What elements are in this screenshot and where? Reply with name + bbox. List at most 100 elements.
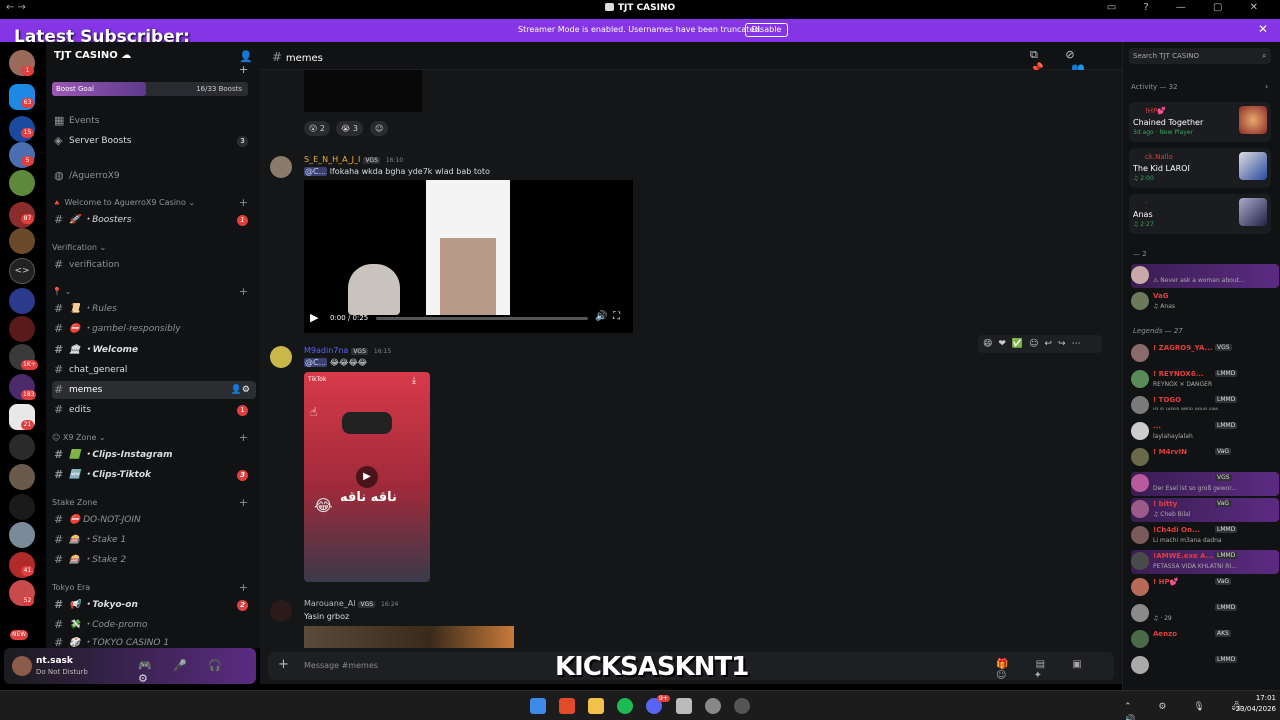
user-mention[interactable]: @C... (304, 167, 328, 176)
member-item[interactable]: ! TOGO LMMD ᴴ³ ᴵᴿ ᴸᴬᴱᴷᴵᴿ ᴺᴹᴼᴰ ᴬᴷᴵᴸᴵᴺ ᴬᴵᴺᴬ (1131, 394, 1279, 418)
play-icon[interactable]: ▶ (356, 466, 378, 488)
member-item[interactable]: ⚠ Never ask a woman about... (1131, 264, 1279, 288)
store-icon[interactable] (676, 698, 692, 714)
add-reaction-button[interactable]: ☺ (370, 121, 389, 136)
server-icon[interactable] (9, 522, 35, 548)
channel-rules[interactable]: # 📜 ・Rules (52, 300, 256, 318)
user-mention[interactable]: @C... (304, 358, 328, 367)
member-item[interactable]: ! M4rvIN VaG (1131, 446, 1279, 470)
code-server-icon[interactable]: <> (9, 258, 35, 284)
member-item[interactable]: ! bitty VaG ♫ Cheb Bilal (1131, 498, 1279, 522)
server-icon[interactable] (9, 464, 35, 490)
category-pin[interactable]: 📍 ⌄ + (52, 285, 252, 298)
volume-icon[interactable]: 🔊 (595, 311, 607, 322)
channel-stake-2[interactable]: # 🎰 ・Stake 2 (52, 551, 256, 569)
window-controls[interactable]: ▭ ? — ▢ ✕ (1107, 2, 1270, 13)
member-item[interactable]: ! ZAGRO9_YA... VGS (1131, 342, 1279, 366)
member-item[interactable]: ! REYNOX6... LMMD REYNOX ✕ DANGER (1131, 368, 1279, 392)
avatar[interactable] (270, 600, 292, 622)
channel-stake-1[interactable]: # 🎰 ・Stake 1 (52, 531, 256, 549)
close-icon[interactable]: ✕ (1258, 22, 1268, 36)
member-item[interactable]: LMMD ♫ · 29 (1131, 602, 1279, 626)
attach-icon[interactable]: + (278, 657, 289, 672)
search-input[interactable]: Search TJT CASINO (1129, 48, 1271, 64)
search-icon[interactable]: ⌕ (1262, 51, 1266, 61)
image-attachment[interactable] (304, 626, 514, 648)
category-verification[interactable]: Verification ⌄ (52, 243, 252, 252)
video-player[interactable]: ▶ 0:00 / 0:25 🔊 ⛶ (304, 180, 633, 333)
channel-edits[interactable]: # edits 1 (52, 401, 256, 419)
server-boosts-item[interactable]: ◈ Server Boosts 3 (52, 132, 256, 150)
avatar[interactable] (12, 656, 32, 676)
message-actions-toolbar[interactable]: 😄❤✅☺↩↪⋯ (978, 335, 1102, 353)
member-item[interactable]: !Ch4di On... LMMD Li machi m3ana dadna (1131, 524, 1279, 548)
channel-tokyo-on[interactable]: # 📢 ・Tokyo-on 2 (52, 596, 256, 614)
add-channel-icon[interactable]: + (239, 581, 248, 594)
category-tokyo[interactable]: Tokyo Era + (52, 581, 252, 594)
settings-icon[interactable] (705, 698, 721, 714)
member-item[interactable]: VaG ♫ Anas (1131, 290, 1279, 314)
server-icon[interactable] (9, 434, 35, 460)
member-item[interactable]: Aenzo AKS (1131, 628, 1279, 652)
spotify-icon[interactable] (617, 698, 633, 714)
channel-verification[interactable]: # verification (52, 256, 256, 274)
activity-card[interactable]: !HP💕 Chained Together 3d ago · New Playe… (1129, 102, 1271, 142)
video-attachment[interactable]: TikTok ⤓ ناقه ناقه ▶ 😂 (304, 372, 430, 582)
server-icon[interactable] (9, 228, 35, 254)
download-icon[interactable]: ⤓ (412, 376, 416, 386)
channel-aguerro[interactable]: ◍ /AguerroX9 (52, 167, 256, 185)
member-item[interactable]: ... LMMD laylahaylalah (1131, 420, 1279, 444)
folder-icon[interactable] (588, 698, 604, 714)
brave-icon[interactable] (559, 698, 575, 714)
app-icon[interactable] (734, 698, 750, 714)
message-author[interactable]: Marouane_Al VGS 16:24 (304, 599, 398, 608)
member-item[interactable]: LMMD (1131, 654, 1279, 678)
member-item[interactable]: ! HP💕 VaG (1131, 576, 1279, 600)
member-item[interactable]: !AMWE.exe A... LMMD PETASSA VIDA KHLATNI R… (1131, 550, 1279, 574)
channel-clips-instagram[interactable]: # 🟩 ・Clips-Instagram (52, 446, 256, 464)
fullscreen-icon[interactable]: ⛶ (613, 311, 620, 322)
channel-welcome[interactable]: # 🏛 ・Welcome (52, 341, 256, 359)
message-author[interactable]: S_E_N_H_A_J_I VGS 16:10 (304, 155, 403, 164)
channel-gambel[interactable]: # ⛔ ・gambel-responsibly (52, 320, 256, 338)
channel-clips-tiktok[interactable]: # 🆕 ・Clips-Tiktok 3 (52, 466, 256, 484)
boost-goal-bar[interactable]: Boost Goal 16/33 Boosts (52, 82, 248, 96)
add-channel-icon[interactable]: + (239, 285, 248, 298)
add-channel-icon[interactable]: + (239, 431, 248, 444)
reaction-button[interactable]: 😭 3 (336, 121, 363, 136)
activity-card[interactable]: ck.Nallo The Kid LAROI ♫ 2:00 (1129, 148, 1271, 188)
category-stake[interactable]: Stake Zone + (52, 496, 252, 509)
play-icon[interactable]: ▶ (310, 311, 318, 324)
category-x9[interactable]: 😐 X9 Zone ⌄ + (52, 431, 252, 444)
channel-code-promo[interactable]: # 💸 ・Code-promo (52, 616, 256, 634)
message-input[interactable]: Message #memes (304, 661, 378, 670)
channel-boosters[interactable]: # 🚀 ・Boosters 1 (52, 211, 256, 229)
avatar[interactable] (270, 346, 292, 368)
chevron-right-icon[interactable]: › (1265, 82, 1268, 91)
channel-memes[interactable]: # memes 👤⚙ (52, 381, 256, 399)
add-channel-icon[interactable]: + (239, 196, 248, 209)
server-icon[interactable] (9, 288, 35, 314)
disable-streamer-mode-button[interactable]: Disable (745, 23, 788, 37)
category-welcome[interactable]: 🔺 Welcome to AguerroX9 Casino ⌄ + (52, 196, 252, 209)
add-channel-icon[interactable]: + (239, 496, 248, 509)
video-seekbar[interactable] (376, 317, 588, 320)
reaction-button[interactable]: 😮 2 (304, 121, 330, 136)
channel-chat-general[interactable]: # chat_general (52, 361, 256, 379)
composer-toolbar[interactable]: 🎁 ▤ ▣ ☺ ✦ (996, 659, 1122, 681)
server-icon[interactable] (9, 170, 35, 196)
channel-do-not-join[interactable]: # ⛔ DO-NOT-JOIN (52, 511, 256, 529)
username[interactable]: nt.sask (36, 656, 73, 666)
message-author[interactable]: M9adin7na VGS 16:15 (304, 346, 391, 355)
member-item[interactable]: VGS Der Esel ist so groß gewor... (1131, 472, 1279, 496)
avatar[interactable] (270, 156, 292, 178)
channel-tokyo-casino[interactable]: # 🎲 ・TOKYO CASINO 1 (52, 634, 256, 648)
events-item[interactable]: ▦ Events (52, 112, 256, 130)
channel-settings-icon[interactable]: 👤⚙ (231, 381, 250, 399)
previous-media-attachment[interactable] (304, 70, 422, 112)
server-icon[interactable] (9, 494, 35, 520)
invite-icon[interactable]: 👤+ (239, 50, 260, 76)
start-icon[interactable] (530, 698, 546, 714)
guild-name[interactable]: TJT CASINO ☁ (54, 50, 131, 61)
activity-card[interactable]: · Anas ♫ 2:27 (1129, 194, 1271, 234)
